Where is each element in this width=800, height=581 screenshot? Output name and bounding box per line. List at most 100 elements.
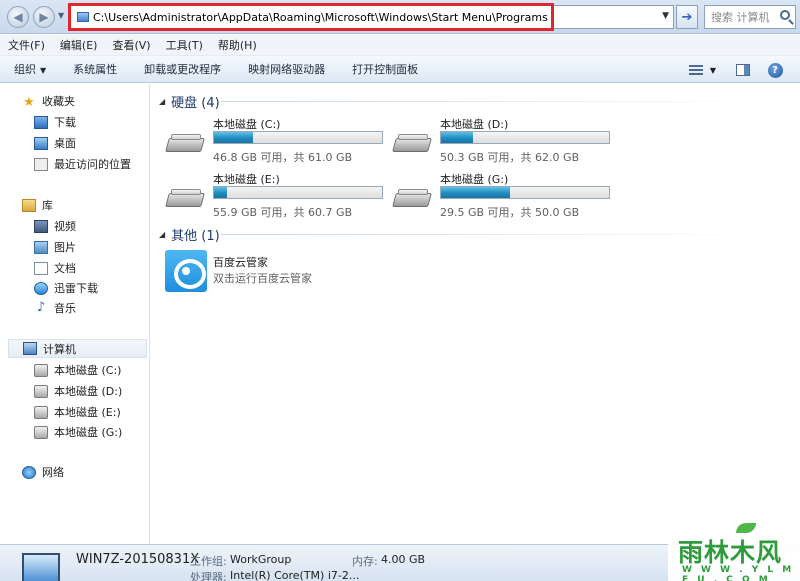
drive-tile-e[interactable]: 本地磁盘 (E:) 55.9 GB 可用，共 60.7 GB [165,171,385,223]
nav-network[interactable]: 网络 [22,464,64,480]
recent-places-icon [34,157,48,171]
watermark-url: W W W . Y L M F U . C O M [682,565,795,581]
drive-tile-c[interactable]: 本地磁盘 (C:) 46.8 GB 可用，共 61.0 GB [165,116,385,168]
hdd-group-header[interactable]: ◢ 硬盘 (4) [159,92,220,111]
drive-usage-fill [214,132,253,143]
organize-button[interactable]: 组织 ▼ [14,61,46,77]
nav-desktop[interactable]: 桌面 [34,135,76,151]
nav-computer[interactable]: 计算机 [8,339,147,358]
menu-edit[interactable]: 编辑(E) [60,37,98,53]
navigation-pane: ★ 收藏夹 下载 桌面 最近访问的位置 库 视频 图片 文档 迅雷下载 ♪ 音乐 计… [0,84,150,544]
other-group-header[interactable]: ◢ 其他 (1) [159,225,220,244]
menu-tools[interactable]: 工具(T) [166,37,203,53]
command-bar: 组织 ▼ 系统属性 卸载或更改程序 映射网络驱动器 打开控制面板 ▼ ? [0,55,800,83]
drive-usage-bar [213,186,383,199]
chevron-down-icon: ▼ [709,65,717,75]
hard-drive-icon [392,189,432,209]
network-icon [22,465,36,479]
chevron-down-icon[interactable]: ▼ [662,11,669,21]
library-icon [22,198,36,212]
address-path[interactable]: C:\Users\Administrator\AppData\Roaming\M… [93,11,548,24]
hard-drive-icon [34,363,48,377]
baidu-cloud-item[interactable]: 百度云管家 双击运行百度云管家 [165,246,465,292]
change-view-button[interactable] [686,61,706,79]
drive-usage-fill [214,187,228,198]
nav-drive-g[interactable]: 本地磁盘 (G:) [34,424,122,440]
hard-drive-icon [392,134,432,154]
menu-view[interactable]: 查看(V) [112,37,150,53]
nav-drive-c[interactable]: 本地磁盘 (C:) [34,362,121,378]
hdd-group-label: 硬盘 (4) [171,96,220,111]
search-icon[interactable] [780,10,790,20]
view-options-dropdown[interactable]: ▼ [708,61,718,79]
nav-favorites-label: 收藏夹 [42,95,75,108]
computer-name: WIN7Z-20150831X [76,552,200,567]
nav-downloads[interactable]: 下载 [34,114,76,130]
video-icon [34,219,48,233]
download-folder-icon [34,115,48,129]
nav-videos[interactable]: 视频 [34,218,76,234]
arrow-right-icon: ▶ [39,10,49,24]
drive-space-info: 46.8 GB 可用，共 61.0 GB [213,151,353,164]
view-list-icon [689,64,703,76]
help-icon: ? [767,62,783,78]
hard-drive-icon [165,134,205,154]
forward-button[interactable]: ▶ [33,6,55,28]
drive-usage-bar [213,131,383,144]
nav-music[interactable]: ♪ 音乐 [34,300,76,316]
music-icon: ♪ [36,299,46,315]
drive-name: 本地磁盘 (E:) [213,173,280,186]
picture-icon [34,240,48,254]
other-item-name: 百度云管家 [213,256,268,269]
hard-drive-icon [34,384,48,398]
search-input[interactable]: 搜索 计算机 [704,5,796,29]
nav-libraries[interactable]: 库 [22,197,53,213]
nav-recent-label: 最近访问的位置 [54,158,131,171]
back-button[interactable]: ◀ [7,6,29,28]
go-button[interactable]: ➔ [676,5,698,29]
map-network-drive-button[interactable]: 映射网络驱动器 [248,61,325,77]
address-bar[interactable]: C:\Users\Administrator\AppData\Roaming\M… [70,5,674,29]
hard-drive-icon [165,189,205,209]
collapse-triangle-icon[interactable]: ◢ [159,97,165,106]
search-placeholder: 搜索 计算机 [711,11,770,24]
collapse-triangle-icon[interactable]: ◢ [159,230,165,239]
nav-videos-label: 视频 [54,220,76,233]
nav-network-label: 网络 [42,466,64,479]
nav-drive-d[interactable]: 本地磁盘 (D:) [34,383,122,399]
computer-icon [22,553,60,581]
computer-icon [77,12,89,22]
drive-name: 本地磁盘 (C:) [213,118,281,131]
nav-favorites[interactable]: ★ 收藏夹 [22,93,75,110]
nav-drive-e[interactable]: 本地磁盘 (E:) [34,404,121,420]
nav-pictures[interactable]: 图片 [34,239,76,255]
document-icon [34,261,48,275]
drive-name: 本地磁盘 (D:) [440,118,509,131]
drive-space-info: 55.9 GB 可用，共 60.7 GB [213,206,353,219]
uninstall-program-button[interactable]: 卸载或更改程序 [144,61,221,77]
site-watermark: 雨林木风 W W W . Y L M F U . C O M [668,521,800,581]
preview-pane-icon [736,64,750,76]
drive-usage-fill [441,132,473,143]
system-properties-button[interactable]: 系统属性 [73,61,117,77]
open-control-panel-button[interactable]: 打开控制面板 [352,61,418,77]
star-icon: ★ [23,94,35,110]
help-button[interactable]: ? [766,61,784,79]
nav-desktop-label: 桌面 [54,137,76,150]
drive-tile-d[interactable]: 本地磁盘 (D:) 50.3 GB 可用，共 62.0 GB [392,116,612,168]
nav-documents[interactable]: 文档 [34,260,76,276]
drive-tile-g[interactable]: 本地磁盘 (G:) 29.5 GB 可用，共 50.0 GB [392,171,612,223]
cpu-label: 处理器: [190,571,227,581]
preview-pane-button[interactable] [734,61,752,79]
nav-drive-g-label: 本地磁盘 (G:) [54,426,123,439]
nav-documents-label: 文档 [54,262,76,275]
recent-pages-dropdown[interactable]: ▼ [58,11,64,20]
memory-value: 4.00 GB [381,553,426,566]
drive-usage-fill [441,187,510,198]
nav-thunder-downloads[interactable]: 迅雷下载 [34,280,98,296]
arrow-left-icon: ◀ [13,10,23,24]
drive-usage-bar [440,131,610,144]
menu-file[interactable]: 文件(F) [8,37,45,53]
menu-help[interactable]: 帮助(H) [218,37,257,53]
nav-recent[interactable]: 最近访问的位置 [34,156,131,172]
